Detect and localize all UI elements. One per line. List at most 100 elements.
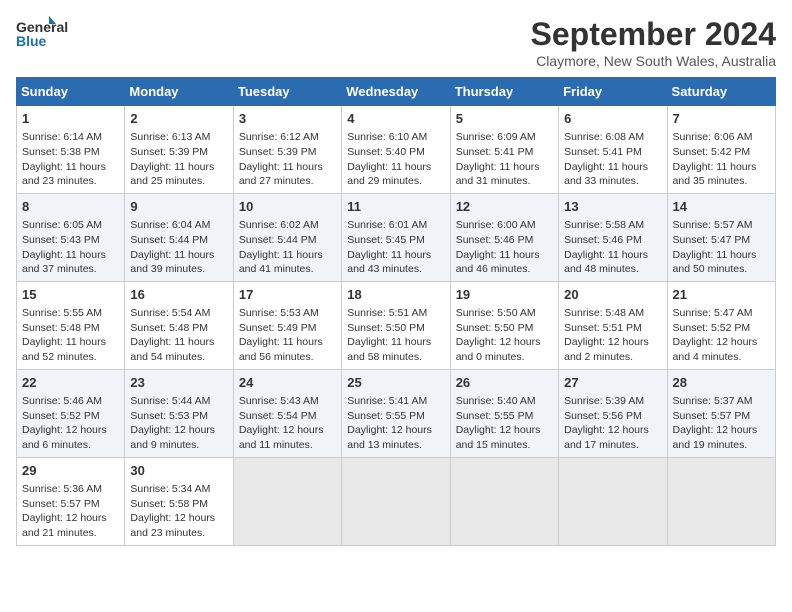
daylight-text: Daylight: 12 hours and 21 minutes.: [22, 512, 107, 539]
daylight-text: Daylight: 11 hours and 37 minutes.: [22, 249, 106, 276]
sunrise-text: Sunrise: 5:40 AM: [456, 395, 536, 407]
sunrise-text: Sunrise: 5:48 AM: [564, 307, 644, 319]
day-number: 14: [673, 198, 770, 216]
day-number: 9: [130, 198, 227, 216]
day-number: 20: [564, 286, 661, 304]
daylight-text: Daylight: 12 hours and 0 minutes.: [456, 336, 541, 363]
daylight-text: Daylight: 11 hours and 33 minutes.: [564, 161, 648, 188]
sunset-text: Sunset: 5:58 PM: [130, 498, 208, 510]
sunrise-text: Sunrise: 5:47 AM: [673, 307, 753, 319]
sunrise-text: Sunrise: 5:58 AM: [564, 219, 644, 231]
day-number: 1: [22, 110, 119, 128]
sunrise-text: Sunrise: 6:01 AM: [347, 219, 427, 231]
calendar-cell: 21Sunrise: 5:47 AMSunset: 5:52 PMDayligh…: [667, 281, 775, 369]
sunrise-text: Sunrise: 6:00 AM: [456, 219, 536, 231]
calendar-week-row: 8Sunrise: 6:05 AMSunset: 5:43 PMDaylight…: [17, 193, 776, 281]
sunrise-text: Sunrise: 5:46 AM: [22, 395, 102, 407]
daylight-text: Daylight: 11 hours and 54 minutes.: [130, 336, 214, 363]
weekday-header-cell: Saturday: [667, 78, 775, 106]
day-number: 24: [239, 374, 336, 392]
sunrise-text: Sunrise: 5:39 AM: [564, 395, 644, 407]
day-number: 16: [130, 286, 227, 304]
calendar-cell: [450, 457, 558, 545]
calendar-body: 1Sunrise: 6:14 AMSunset: 5:38 PMDaylight…: [17, 106, 776, 546]
calendar-cell: 8Sunrise: 6:05 AMSunset: 5:43 PMDaylight…: [17, 193, 125, 281]
calendar-cell: [559, 457, 667, 545]
sunrise-text: Sunrise: 5:55 AM: [22, 307, 102, 319]
day-number: 25: [347, 374, 444, 392]
sunset-text: Sunset: 5:48 PM: [130, 322, 208, 334]
calendar-table: SundayMondayTuesdayWednesdayThursdayFrid…: [16, 77, 776, 546]
sunrise-text: Sunrise: 6:09 AM: [456, 131, 536, 143]
day-number: 19: [456, 286, 553, 304]
day-number: 23: [130, 374, 227, 392]
calendar-cell: 25Sunrise: 5:41 AMSunset: 5:55 PMDayligh…: [342, 369, 450, 457]
daylight-text: Daylight: 12 hours and 6 minutes.: [22, 424, 107, 451]
calendar-cell: 22Sunrise: 5:46 AMSunset: 5:52 PMDayligh…: [17, 369, 125, 457]
weekday-header-cell: Thursday: [450, 78, 558, 106]
daylight-text: Daylight: 12 hours and 23 minutes.: [130, 512, 215, 539]
sunrise-text: Sunrise: 6:12 AM: [239, 131, 319, 143]
daylight-text: Daylight: 11 hours and 23 minutes.: [22, 161, 106, 188]
daylight-text: Daylight: 11 hours and 48 minutes.: [564, 249, 648, 276]
sunset-text: Sunset: 5:46 PM: [456, 234, 534, 246]
sunset-text: Sunset: 5:51 PM: [564, 322, 642, 334]
sunrise-text: Sunrise: 5:41 AM: [347, 395, 427, 407]
sunrise-text: Sunrise: 6:10 AM: [347, 131, 427, 143]
daylight-text: Daylight: 11 hours and 52 minutes.: [22, 336, 106, 363]
calendar-cell: 19Sunrise: 5:50 AMSunset: 5:50 PMDayligh…: [450, 281, 558, 369]
day-number: 30: [130, 462, 227, 480]
sunset-text: Sunset: 5:52 PM: [673, 322, 751, 334]
calendar-cell: 16Sunrise: 5:54 AMSunset: 5:48 PMDayligh…: [125, 281, 233, 369]
sunset-text: Sunset: 5:41 PM: [564, 146, 642, 158]
sunset-text: Sunset: 5:57 PM: [673, 410, 751, 422]
day-number: 4: [347, 110, 444, 128]
sunrise-text: Sunrise: 6:02 AM: [239, 219, 319, 231]
calendar-cell: [667, 457, 775, 545]
calendar-cell: [233, 457, 341, 545]
day-number: 2: [130, 110, 227, 128]
weekday-header-cell: Wednesday: [342, 78, 450, 106]
sunset-text: Sunset: 5:45 PM: [347, 234, 425, 246]
sunset-text: Sunset: 5:42 PM: [673, 146, 751, 158]
sunset-text: Sunset: 5:55 PM: [347, 410, 425, 422]
sunrise-text: Sunrise: 6:05 AM: [22, 219, 102, 231]
sunset-text: Sunset: 5:50 PM: [347, 322, 425, 334]
day-number: 13: [564, 198, 661, 216]
calendar-cell: 4 Sunrise: 6:10 AM Sunset: 5:40 PM Daylight…: [342, 106, 450, 194]
svg-text:Blue: Blue: [16, 33, 47, 49]
daylight-text: Daylight: 11 hours and 29 minutes.: [347, 161, 431, 188]
day-number: 27: [564, 374, 661, 392]
calendar-cell: 1Sunrise: 6:14 AMSunset: 5:38 PMDaylight…: [17, 106, 125, 194]
calendar-cell: 30Sunrise: 5:34 AMSunset: 5:58 PMDayligh…: [125, 457, 233, 545]
day-number: 5: [456, 110, 553, 128]
daylight-text: Daylight: 11 hours and 43 minutes.: [347, 249, 431, 276]
daylight-text: Daylight: 11 hours and 31 minutes.: [456, 161, 540, 188]
sunset-text: Sunset: 5:44 PM: [239, 234, 317, 246]
calendar-cell: 20Sunrise: 5:48 AMSunset: 5:51 PMDayligh…: [559, 281, 667, 369]
sunset-text: Sunset: 5:53 PM: [130, 410, 208, 422]
sunset-text: Sunset: 5:40 PM: [347, 146, 425, 158]
sunrise-text: Sunrise: 5:37 AM: [673, 395, 753, 407]
calendar-cell: 29Sunrise: 5:36 AMSunset: 5:57 PMDayligh…: [17, 457, 125, 545]
calendar-cell: 11Sunrise: 6:01 AMSunset: 5:45 PMDayligh…: [342, 193, 450, 281]
day-number: 7: [673, 110, 770, 128]
calendar-cell: 9Sunrise: 6:04 AMSunset: 5:44 PMDaylight…: [125, 193, 233, 281]
daylight-text: Daylight: 12 hours and 19 minutes.: [673, 424, 758, 451]
day-number: 15: [22, 286, 119, 304]
daylight-text: Daylight: 11 hours and 50 minutes.: [673, 249, 757, 276]
day-number: 10: [239, 198, 336, 216]
calendar-cell: 14Sunrise: 5:57 AMSunset: 5:47 PMDayligh…: [667, 193, 775, 281]
calendar-cell: 26Sunrise: 5:40 AMSunset: 5:55 PMDayligh…: [450, 369, 558, 457]
day-number: 17: [239, 286, 336, 304]
day-number: 18: [347, 286, 444, 304]
sunrise-text: Sunrise: 5:43 AM: [239, 395, 319, 407]
sunrise-text: Sunrise: 5:50 AM: [456, 307, 536, 319]
calendar-cell: 28Sunrise: 5:37 AMSunset: 5:57 PMDayligh…: [667, 369, 775, 457]
sunset-text: Sunset: 5:57 PM: [22, 498, 100, 510]
sunset-text: Sunset: 5:46 PM: [564, 234, 642, 246]
daylight-text: Daylight: 11 hours and 35 minutes.: [673, 161, 757, 188]
daylight-text: Daylight: 12 hours and 9 minutes.: [130, 424, 215, 451]
sunset-text: Sunset: 5:39 PM: [130, 146, 208, 158]
sunrise-text: Sunrise: 5:51 AM: [347, 307, 427, 319]
